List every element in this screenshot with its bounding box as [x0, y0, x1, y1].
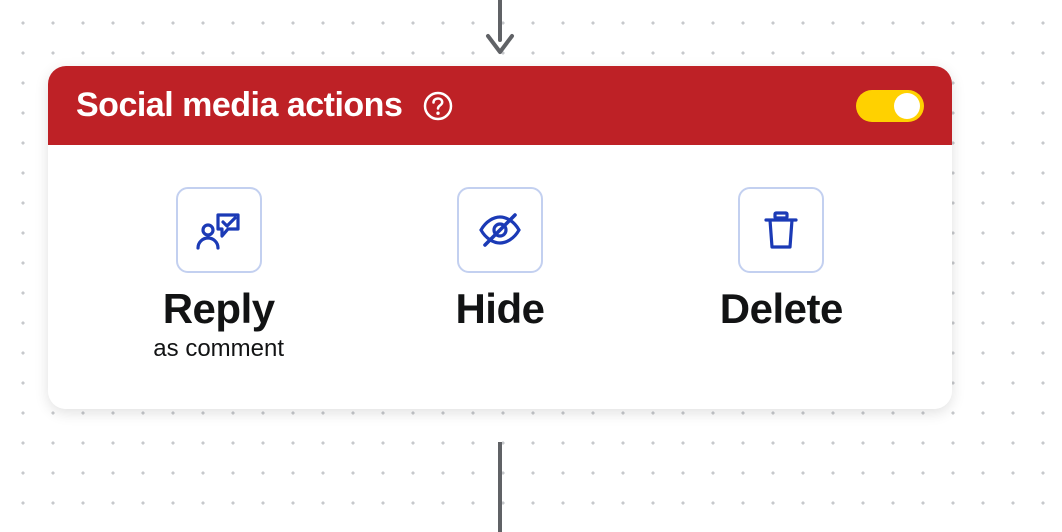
connector-arrow-top: [498, 0, 502, 58]
action-reply[interactable]: Reply as comment: [119, 187, 319, 363]
action-hide[interactable]: Hide: [400, 187, 600, 331]
action-delete[interactable]: Delete: [681, 187, 881, 331]
action-hide-title: Hide: [455, 287, 544, 331]
connector-line-bottom: [498, 442, 502, 522]
social-media-actions-card: Social media actions: [48, 66, 952, 409]
card-body: Reply as comment Hide D: [48, 145, 952, 409]
eye-off-icon: [457, 187, 543, 273]
action-reply-title: Reply: [163, 287, 275, 331]
action-reply-subtitle: as comment: [153, 335, 284, 363]
card-title: Social media actions: [76, 86, 402, 125]
enable-toggle[interactable]: [856, 90, 924, 122]
action-delete-title: Delete: [720, 287, 843, 331]
help-icon[interactable]: [422, 90, 454, 122]
card-header: Social media actions: [48, 66, 952, 145]
trash-icon: [738, 187, 824, 273]
toggle-knob: [894, 93, 920, 119]
card-header-left: Social media actions: [76, 86, 454, 125]
reply-user-icon: [176, 187, 262, 273]
